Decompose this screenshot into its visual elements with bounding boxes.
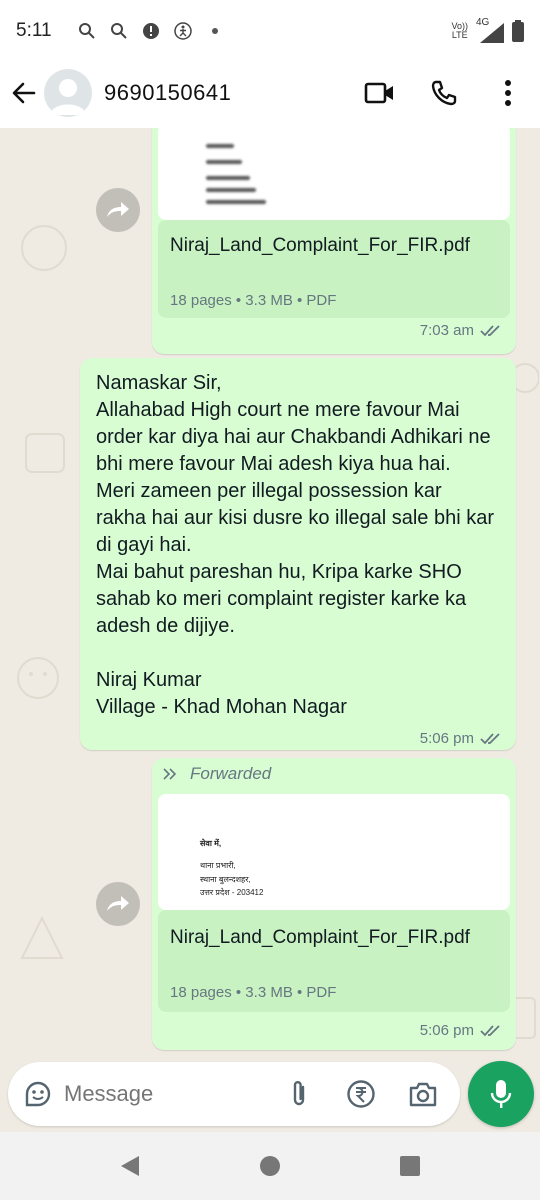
alert-icon bbox=[142, 23, 159, 39]
system-navigation-bar bbox=[0, 1132, 540, 1200]
accessibility-icon bbox=[173, 22, 192, 40]
message-text: Namaskar Sir, Allahabad High court ne me… bbox=[96, 372, 494, 718]
message-bubble-text[interactable]: Namaskar Sir, Allahabad High court ne me… bbox=[80, 358, 516, 750]
back-arrow-icon[interactable] bbox=[10, 79, 38, 107]
search-notification-icon bbox=[110, 23, 127, 39]
battery-icon bbox=[512, 20, 524, 42]
home-circle-icon[interactable] bbox=[259, 1155, 281, 1177]
document-meta: 18 pages • 3.3 MB • PDF bbox=[170, 984, 337, 1001]
wallpaper-doodle-icon bbox=[17, 657, 59, 699]
video-call-button[interactable] bbox=[348, 69, 412, 117]
forward-button[interactable] bbox=[96, 188, 140, 232]
kebab-menu-icon bbox=[505, 80, 511, 106]
more-options-button[interactable] bbox=[476, 69, 540, 117]
camera-button[interactable] bbox=[403, 1074, 443, 1114]
chat-area[interactable]: Niraj_Land_Complaint_For_FIR.pdf 18 page… bbox=[0, 128, 540, 1132]
notification-icons bbox=[78, 22, 224, 40]
wallpaper-doodle-icon bbox=[21, 225, 67, 271]
document-preview[interactable] bbox=[158, 128, 510, 220]
status-bar: 5:11 Vo)) LTE 4G bbox=[0, 0, 540, 62]
voice-call-button[interactable] bbox=[412, 69, 476, 117]
camera-icon bbox=[409, 1082, 437, 1107]
more-notifications-dot-icon bbox=[211, 28, 218, 34]
document-file-name: Niraj_Land_Complaint_For_FIR.pdf bbox=[170, 927, 470, 948]
microphone-icon bbox=[490, 1080, 512, 1108]
read-double-check-icon bbox=[480, 324, 500, 336]
message-composer[interactable] bbox=[8, 1062, 460, 1126]
back-triangle-icon[interactable] bbox=[119, 1154, 141, 1178]
forward-arrow-icon bbox=[107, 202, 129, 217]
message-time: 7:03 am bbox=[420, 322, 502, 339]
phone-icon bbox=[431, 80, 457, 106]
preview-line: थाना प्रभारी, bbox=[200, 861, 236, 870]
forwarded-arrows-icon bbox=[163, 768, 177, 780]
search-notification-icon bbox=[78, 23, 95, 39]
default-avatar-icon bbox=[50, 79, 86, 115]
message-time: 5:06 pm bbox=[420, 730, 502, 747]
document-file-name: Niraj_Land_Complaint_For_FIR.pdf bbox=[170, 235, 470, 256]
sticker-smiley-icon bbox=[25, 1081, 51, 1107]
read-double-check-icon bbox=[480, 732, 500, 744]
document-preview[interactable]: सेवा में, थाना प्रभारी, स्थाना बुलन्दशहर… bbox=[158, 794, 510, 910]
status-right: Vo)) LTE 4G bbox=[451, 17, 524, 43]
chat-header: 9690150641 bbox=[0, 62, 540, 124]
payment-button[interactable] bbox=[341, 1074, 381, 1114]
avatar[interactable] bbox=[44, 69, 92, 117]
paperclip-icon bbox=[293, 1081, 305, 1106]
preview-line: उत्तर प्रदेश - 203412 bbox=[200, 888, 264, 897]
forward-arrow-icon bbox=[107, 896, 129, 911]
volte-indicator: Vo)) LTE bbox=[451, 21, 468, 40]
rupee-icon bbox=[347, 1080, 375, 1108]
emoji-sticker-button[interactable] bbox=[18, 1074, 58, 1114]
message-bubble-forwarded-document[interactable]: Forwarded सेवा में, थाना प्रभारी, स्थाना… bbox=[152, 758, 516, 1050]
video-camera-icon bbox=[364, 82, 393, 104]
voice-message-button[interactable] bbox=[468, 1061, 534, 1127]
attach-button[interactable] bbox=[279, 1074, 319, 1114]
message-time: 5:06 pm bbox=[420, 1022, 502, 1039]
message-input[interactable] bbox=[64, 1081, 269, 1107]
document-info[interactable]: Niraj_Land_Complaint_For_FIR.pdf 18 page… bbox=[158, 910, 510, 1012]
document-meta: 18 pages • 3.3 MB • PDF bbox=[170, 292, 337, 309]
preview-line: स्थाना बुलन्दशहर, bbox=[200, 875, 251, 884]
preview-line: सेवा में, bbox=[200, 839, 222, 848]
contact-name[interactable]: 9690150641 bbox=[104, 80, 231, 106]
document-info[interactable]: Niraj_Land_Complaint_For_FIR.pdf 18 page… bbox=[158, 220, 510, 318]
signal-icon: 4G bbox=[476, 17, 504, 43]
wallpaper-doodle-icon bbox=[25, 433, 65, 473]
status-time: 5:11 bbox=[16, 20, 52, 41]
read-double-check-icon bbox=[480, 1024, 500, 1036]
forwarded-label: Forwarded bbox=[162, 764, 271, 784]
forward-button[interactable] bbox=[96, 882, 140, 926]
message-bubble-document[interactable]: Niraj_Land_Complaint_For_FIR.pdf 18 page… bbox=[152, 128, 516, 354]
recents-square-icon[interactable] bbox=[399, 1155, 421, 1177]
wallpaper-doodle-icon bbox=[20, 915, 64, 959]
